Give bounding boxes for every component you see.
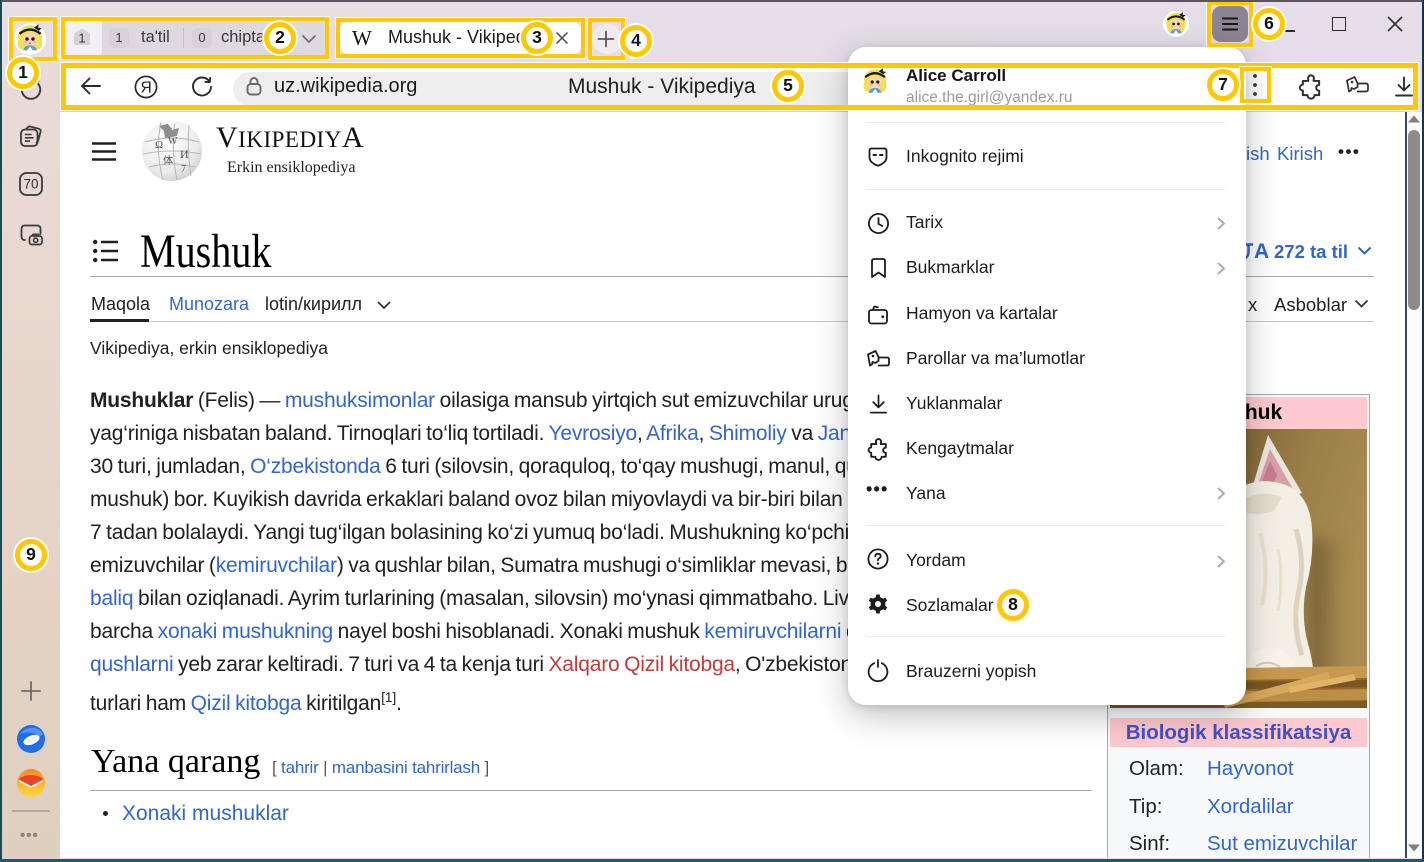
svg-text:Ω: Ω bbox=[155, 139, 163, 151]
svg-text:1: 1 bbox=[78, 31, 85, 46]
svg-text:И: И bbox=[180, 147, 189, 161]
svg-text:70: 70 bbox=[23, 177, 38, 192]
svg-text:W: W bbox=[168, 136, 178, 147]
svg-text:R: R bbox=[141, 80, 152, 97]
svg-text:体: 体 bbox=[163, 155, 173, 167]
svg-text:7: 7 bbox=[181, 164, 186, 175]
